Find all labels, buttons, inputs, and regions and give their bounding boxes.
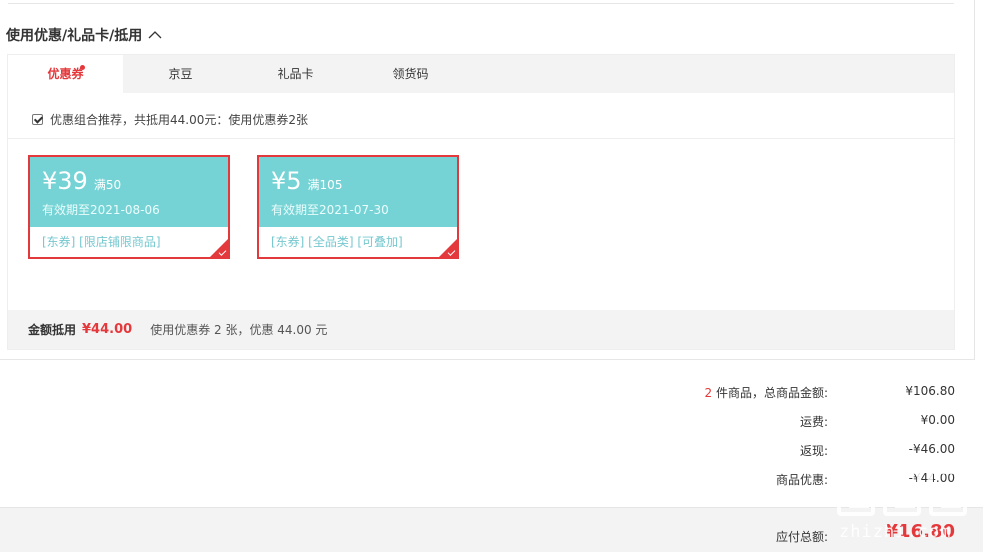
notification-dot bbox=[80, 65, 85, 70]
divider bbox=[8, 138, 954, 139]
coupon-head: ¥39 满50 有效期至2021-08-06 bbox=[30, 157, 228, 227]
tab-jingdou[interactable]: 京豆 bbox=[123, 55, 238, 93]
tab-coupons[interactable]: 优惠券 bbox=[8, 55, 123, 93]
goods-label-text: 件商品，总商品金额: bbox=[715, 386, 828, 400]
tab-gift-card[interactable]: 礼品卡 bbox=[238, 55, 353, 93]
payable-bar: 应付总额: ¥16.80 bbox=[0, 507, 983, 552]
coupon-amount: ¥5 bbox=[271, 167, 302, 195]
coupon-tags: [东券] [限店铺限商品] bbox=[42, 235, 161, 249]
top-divider bbox=[8, 3, 954, 4]
tab-label: 礼品卡 bbox=[277, 67, 314, 81]
coupon-head: ¥5 满105 有效期至2021-07-30 bbox=[259, 157, 457, 227]
summary-desc: 使用优惠券 2 张，优惠 44.00 元 bbox=[150, 323, 328, 337]
total-row-cashback: 返现: -¥46.00 bbox=[655, 442, 955, 462]
total-row-shipping: 运费: ¥0.00 bbox=[655, 413, 955, 433]
coupon-section: 使用优惠/礼品卡/抵用 优惠券 京豆 礼品卡 领货码 优惠组合推荐，共抵用44.… bbox=[0, 0, 975, 360]
section-title: 使用优惠/礼品卡/抵用 bbox=[6, 28, 143, 44]
combo-text: 优惠组合推荐，共抵用44.00元：使用优惠券2张 bbox=[50, 113, 308, 127]
combo-checkbox[interactable] bbox=[32, 114, 43, 125]
tab-label: 领货码 bbox=[392, 67, 429, 81]
discount-summary: 金额抵用 ¥44.00 使用优惠券 2 张，优惠 44.00 元 bbox=[8, 310, 954, 349]
coupon-card[interactable]: ¥39 满50 有效期至2021-08-06 [东券] [限店铺限商品] bbox=[28, 155, 230, 259]
shipping-value: ¥0.00 bbox=[920, 413, 955, 427]
coupon-valid-date: 有效期至2021-08-06 bbox=[42, 203, 160, 217]
tab-label: 优惠券 bbox=[47, 67, 84, 81]
tab-bar: 优惠券 京豆 礼品卡 领货码 bbox=[8, 55, 954, 93]
coupon-amount: ¥39 bbox=[42, 167, 88, 195]
payable-label: 应付总额: bbox=[775, 530, 828, 544]
cashback-label: 返现: bbox=[799, 444, 828, 458]
coupon-threshold: 满50 bbox=[93, 178, 122, 192]
coupon-tags: [东券] [全品类] [可叠加] bbox=[271, 235, 403, 249]
goods-value: ¥106.80 bbox=[905, 384, 955, 398]
goods-label: 2 件商品，总商品金额: bbox=[704, 384, 828, 401]
chevron-up-icon[interactable] bbox=[148, 30, 162, 40]
combo-recommend: 优惠组合推荐，共抵用44.00元：使用优惠券2张 bbox=[32, 111, 308, 128]
total-row-goods: 2 件商品，总商品金额: ¥106.80 bbox=[655, 384, 955, 404]
tab-pickup-code[interactable]: 领货码 bbox=[353, 55, 468, 93]
cashback-value: -¥46.00 bbox=[908, 442, 955, 456]
coupon-panel: 优惠券 京豆 礼品卡 领货码 优惠组合推荐，共抵用44.00元：使用优惠券2张 … bbox=[7, 54, 955, 350]
coupon-valid-date: 有效期至2021-07-30 bbox=[271, 203, 389, 217]
section-header[interactable]: 使用优惠/礼品卡/抵用 bbox=[6, 25, 162, 45]
summary-label: 金额抵用 bbox=[28, 323, 77, 337]
discount-label: 商品优惠: bbox=[775, 473, 828, 487]
payable-amount: ¥16.80 bbox=[885, 521, 955, 542]
summary-amount: ¥44.00 bbox=[82, 322, 133, 337]
item-count: 2 bbox=[704, 386, 713, 400]
coupon-card[interactable]: ¥5 满105 有效期至2021-07-30 [东券] [全品类] [可叠加] bbox=[257, 155, 459, 259]
total-row-discount: 商品优惠: -¥44.00 bbox=[655, 471, 955, 491]
discount-value: -¥44.00 bbox=[908, 471, 955, 485]
shipping-label: 运费: bbox=[799, 415, 828, 429]
tab-label: 京豆 bbox=[168, 67, 193, 81]
coupon-threshold: 满105 bbox=[307, 178, 343, 192]
